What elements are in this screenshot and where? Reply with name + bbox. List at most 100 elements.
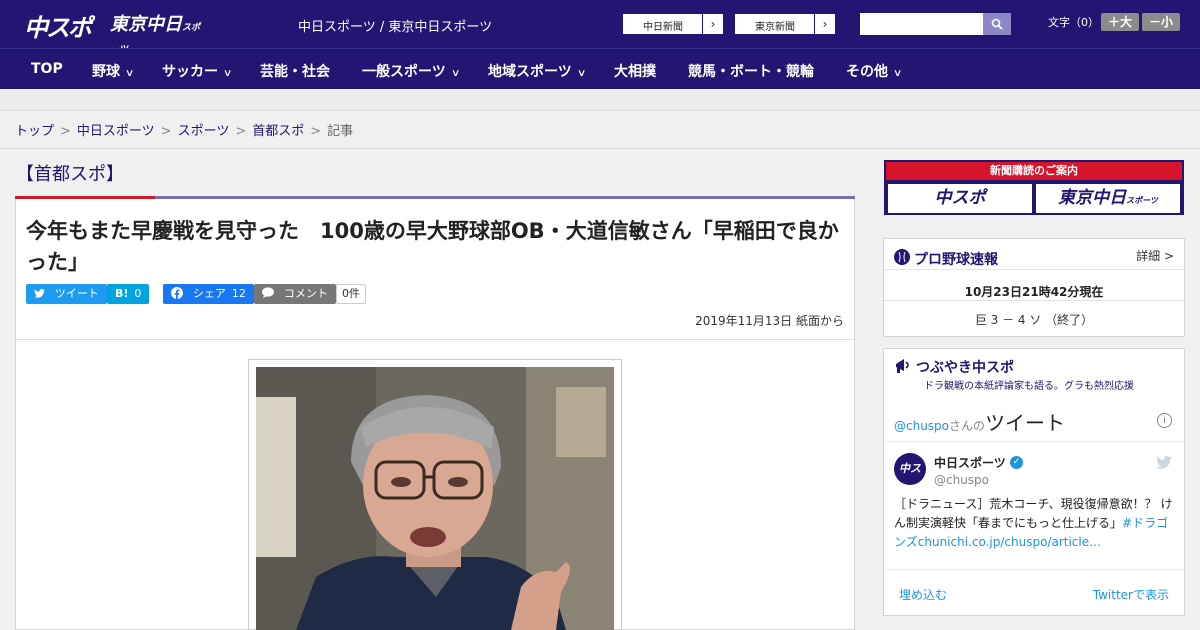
- breadcrumb-shuto-supo[interactable]: 首都スポ: [252, 124, 304, 139]
- banner-chuspo-logo[interactable]: 中スポ: [888, 184, 1032, 213]
- nav-item-label: 競馬・ボート・競輪: [688, 64, 814, 80]
- chevron-down-icon: ∨: [576, 68, 587, 79]
- comment-label: コメント: [283, 287, 328, 300]
- tweet-button[interactable]: ツイート: [26, 284, 107, 304]
- pro-baseball-details-link[interactable]: 詳細 >: [1136, 247, 1174, 264]
- font-smaller-button[interactable]: －小: [1142, 13, 1180, 31]
- twitter-widget: つぶやき中スポ ドラ観戦の本紙評論家も語る。グラも熱烈応援 @chuspoさんの…: [883, 348, 1185, 616]
- nav-item-racing[interactable]: 競馬・ボート・競輪: [688, 61, 814, 81]
- megaphone-icon: [894, 357, 912, 379]
- facebook-icon: [171, 287, 187, 300]
- sub-nav-bar: [0, 89, 1200, 111]
- subscription-banner[interactable]: 新聞購読のご案内 中スポ 東京中日スポーツ: [884, 160, 1184, 215]
- tokyo-shimbun-label: 東京新聞: [755, 22, 795, 33]
- search-button[interactable]: [983, 13, 1011, 35]
- tokyo-shimbun-link[interactable]: 東京新聞 ›: [734, 13, 836, 35]
- breadcrumb-separator: >: [160, 124, 172, 139]
- nav-item-label: 大相撲: [614, 64, 656, 80]
- nav-item-label: サッカー: [162, 64, 218, 80]
- twitter-embed-link[interactable]: 埋め込む: [899, 586, 947, 603]
- banner-tokyo-chunichi-logo[interactable]: 東京中日スポーツ: [1036, 184, 1180, 213]
- tweet-url-link[interactable]: chunichi.co.jp/chuspo/article…: [918, 535, 1101, 549]
- main-nav: TOP 野球 ∨ サッカー ∨ 芸能・社会 一般スポーツ ∨ 地域スポーツ ∨ 大相撲 …: [0, 48, 1200, 89]
- nav-item-entertainment[interactable]: 芸能・社会: [260, 61, 330, 81]
- view-on-twitter-link[interactable]: Twitterで表示: [1093, 586, 1169, 603]
- breadcrumb-separator: >: [310, 124, 322, 139]
- tweet-label: ツイート: [54, 287, 99, 300]
- avatar[interactable]: 中スポ: [894, 453, 926, 507]
- chevron-down-icon: ∨: [450, 68, 461, 79]
- nav-item-local-sports[interactable]: 地域スポーツ ∨: [488, 61, 587, 81]
- nav-item-other[interactable]: その他 ∨: [846, 61, 903, 81]
- nav-item-label: TOP: [31, 61, 63, 77]
- divider: [884, 300, 1184, 301]
- nav-item-label: 一般スポーツ: [362, 64, 446, 80]
- article-headline: 今年もまた早慶戦を見守った 100歳の早大野球部OB・大道信敏さん「早稲田で良か…: [26, 219, 839, 274]
- pro-baseball-widget: プロ野球速報 詳細 > 10月23日21時42分現在 巨 3 － 4 ソ （終了…: [883, 238, 1185, 337]
- subscription-banner-title: 新聞購読のご案内: [886, 162, 1182, 180]
- breadcrumb: トップ > 中日スポーツ > スポーツ > 首都スポ > 記事: [15, 120, 353, 139]
- tweet-text: ［ドラニュース］荒木コーチ、現役復帰意欲！？ けん制実演軽快「春までにもっと仕上…: [894, 495, 1176, 552]
- tweet-user-handle[interactable]: @chuspo: [934, 473, 989, 487]
- hatena-count: 0: [134, 287, 142, 300]
- twitter-bird-icon[interactable]: [1156, 454, 1172, 473]
- twitter-tweet-heading: ツイート: [985, 411, 1066, 435]
- nav-item-baseball[interactable]: 野球 ∨: [92, 61, 135, 81]
- chevron-down-icon: ∨: [124, 68, 135, 79]
- article-top-accent: [15, 196, 155, 199]
- nav-item-top[interactable]: TOP: [31, 61, 63, 77]
- hatena-bookmark-icon: B!: [115, 287, 129, 300]
- font-size-label: 文字（0）: [1048, 16, 1099, 29]
- nav-item-label: その他: [846, 64, 888, 80]
- chevron-down-icon: ∨: [222, 68, 233, 79]
- elderly-man-photo: [256, 367, 614, 630]
- twitter-widget-subtitle: ドラ観戦の本紙評論家も語る。グラも熱烈応援: [924, 381, 1134, 392]
- search-icon: [991, 18, 1003, 30]
- section-label: 【首都スポ】: [16, 164, 124, 185]
- twitter-handle-link[interactable]: @chuspo: [894, 419, 949, 433]
- breadcrumb-top[interactable]: トップ: [15, 124, 54, 139]
- tokyo-chunichi-logo[interactable]: 東京中日スポーツ: [110, 10, 208, 55]
- breadcrumb-sports[interactable]: スポーツ: [178, 124, 230, 139]
- site-name: 中日スポーツ / 東京中日スポーツ: [298, 20, 493, 35]
- breadcrumb-current: 記事: [327, 124, 354, 139]
- twitter-bird-icon: [34, 287, 49, 300]
- facebook-share-count: 12: [231, 287, 246, 300]
- twitter-widget-title: つぶやき中スポ: [916, 360, 1014, 376]
- info-icon[interactable]: i: [1157, 413, 1172, 428]
- nav-item-sumo[interactable]: 大相撲: [614, 61, 656, 81]
- comment-button[interactable]: コメント: [254, 284, 336, 304]
- tokyo-chunichi-logo-text: 東京中日: [110, 14, 182, 35]
- nav-item-soccer[interactable]: サッカー ∨: [162, 61, 233, 81]
- nav-item-label: 芸能・社会: [260, 64, 330, 80]
- article-date: 2019年11月13日 紙面から: [695, 314, 844, 328]
- search-input[interactable]: [860, 13, 984, 35]
- divider: [884, 441, 1184, 442]
- hatena-bookmark-button[interactable]: B! 0: [107, 284, 150, 304]
- game-score[interactable]: 巨 3 － 4 ソ （終了）: [884, 311, 1184, 328]
- banner-tokyo-chunichi-text: 東京中日: [1058, 188, 1127, 208]
- chevron-right-icon: ›: [702, 14, 723, 34]
- nav-item-general-sports[interactable]: 一般スポーツ ∨: [362, 61, 461, 81]
- chevron-right-icon: ›: [814, 14, 835, 34]
- article-photo[interactable]: [256, 367, 614, 630]
- nav-item-label: 野球: [92, 64, 120, 80]
- breadcrumb-chunichi-sports[interactable]: 中日スポーツ: [77, 124, 155, 139]
- divider: [884, 269, 1184, 270]
- breadcrumb-separator: >: [60, 124, 71, 139]
- chuspo-logo[interactable]: 中スポ: [24, 8, 100, 42]
- banner-tokyo-chunichi-small: スポーツ: [1126, 196, 1158, 205]
- breadcrumb-separator: >: [235, 124, 247, 139]
- speech-bubble-icon: [262, 287, 278, 300]
- tweet-user-name[interactable]: 中日スポーツ: [934, 454, 1006, 471]
- twitter-timeline-header: @chuspoさんのツイート: [894, 407, 1065, 436]
- font-larger-button[interactable]: ＋大: [1101, 13, 1139, 31]
- top-header: 中スポ 東京中日スポーツ 中日スポーツ / 東京中日スポーツ 中日新聞 › 東京…: [0, 0, 1200, 55]
- twitter-san-label: さんの: [949, 419, 986, 433]
- verified-badge-icon: ✓: [1010, 456, 1023, 469]
- chunichi-shimbun-link[interactable]: 中日新聞 ›: [622, 13, 724, 35]
- chevron-down-icon: ∨: [892, 68, 903, 79]
- facebook-share-button[interactable]: シェア 12: [163, 284, 254, 304]
- comment-count-badge: 0件: [336, 284, 366, 304]
- divider: [884, 569, 1184, 570]
